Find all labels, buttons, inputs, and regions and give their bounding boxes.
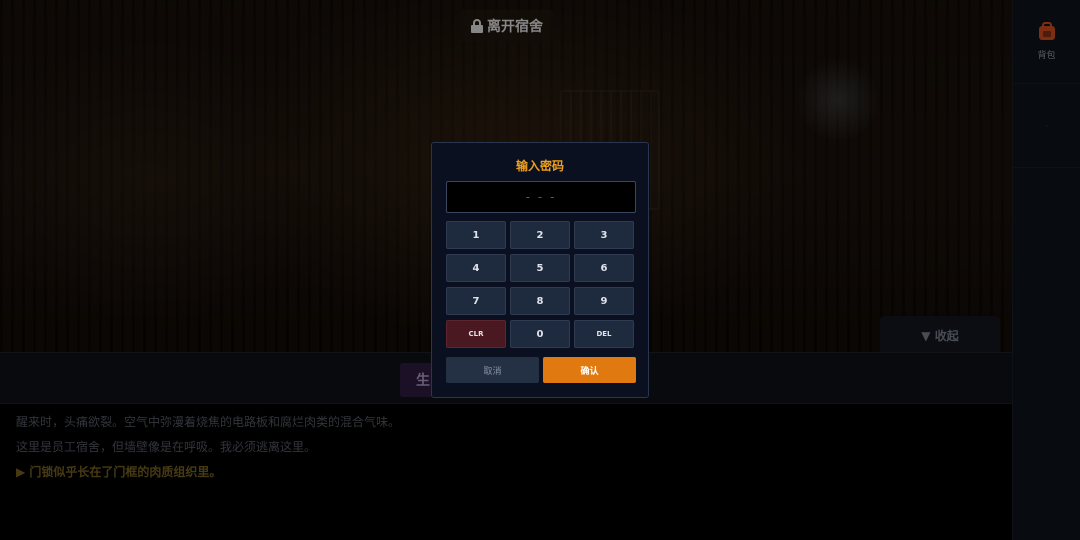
key-1[interactable]: 1 — [446, 221, 506, 249]
key-3[interactable]: 3 — [574, 221, 634, 249]
keypad: 1 2 3 4 5 6 7 8 9 CLR 0 DEL — [446, 221, 636, 348]
key-4[interactable]: 4 — [446, 254, 506, 282]
password-modal: 输入密码 - - - 1 2 3 4 5 6 7 8 9 CLR 0 DEL 取… — [431, 142, 649, 398]
key-5[interactable]: 5 — [510, 254, 570, 282]
key-6[interactable]: 6 — [574, 254, 634, 282]
key-0[interactable]: 0 — [510, 320, 570, 348]
key-7[interactable]: 7 — [446, 287, 506, 315]
password-display: - - - — [446, 181, 636, 213]
modal-title: 输入密码 — [515, 159, 564, 173]
cancel-button[interactable]: 取消 — [446, 357, 539, 383]
key-2[interactable]: 2 — [510, 221, 570, 249]
confirm-button[interactable]: 确认 — [543, 357, 636, 383]
key-delete[interactable]: DEL — [574, 320, 634, 348]
modal-actions: 取消 确认 — [446, 357, 636, 383]
key-clear[interactable]: CLR — [446, 320, 506, 348]
key-8[interactable]: 8 — [510, 287, 570, 315]
key-9[interactable]: 9 — [574, 287, 634, 315]
